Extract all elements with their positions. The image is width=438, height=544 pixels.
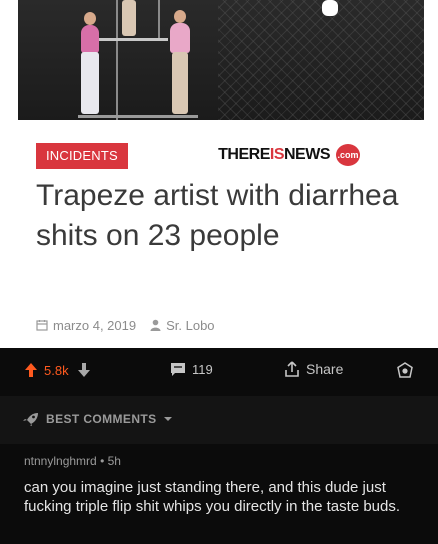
comment-author[interactable]: ntnnylnghmrd — [24, 454, 97, 468]
performer-feet — [322, 0, 338, 16]
article-card[interactable]: INCIDENTS THEREISNEWS .com Trapeze artis… — [0, 0, 438, 348]
site-logo-badge: .com — [336, 144, 360, 166]
comments-button[interactable]: 119 — [170, 362, 213, 377]
user-icon — [150, 319, 161, 331]
site-logo-text: IS — [269, 146, 285, 163]
performer-legs — [122, 0, 136, 36]
article-meta: marzo 4, 2019 Sr. Lobo — [36, 315, 229, 335]
upvote-arrow-icon[interactable] — [24, 362, 38, 378]
downvote-arrow-icon[interactable] — [77, 362, 91, 378]
trapeze-rope — [158, 0, 160, 40]
vote-count: 5.8k — [44, 362, 69, 378]
post-action-bar: 5.8k 119 Share — [0, 348, 438, 396]
site-logo-text: THERE — [218, 146, 270, 163]
site-logo-text: NEWS — [284, 146, 331, 163]
comment-sort-row: BEST COMMENTS — [0, 396, 438, 444]
performer-legs — [81, 52, 99, 114]
site-logo[interactable]: THEREISNEWS — [218, 146, 330, 164]
performer-head — [174, 10, 186, 23]
comment: ntnnylnghmrd • 5h can you imagine just s… — [0, 444, 438, 544]
platform-floor — [78, 115, 198, 118]
meta-separator: • — [100, 454, 105, 468]
article-tag-row: INCIDENTS THEREISNEWS .com — [36, 143, 406, 169]
vote-control: 5.8k — [24, 362, 91, 378]
article-date-text: marzo 4, 2019 — [53, 317, 137, 333]
article-photo — [18, 0, 424, 120]
performer-costume — [81, 25, 99, 53]
article-headline[interactable]: Trapeze artist with diarrhea shits on 23… — [36, 176, 416, 256]
comment-bubble-icon — [171, 363, 185, 376]
safety-net — [218, 0, 424, 120]
comment-age: 5h — [107, 454, 121, 468]
sort-dropdown[interactable]: BEST COMMENTS — [22, 412, 173, 426]
article-date: marzo 4, 2019 — [36, 318, 136, 333]
comment-meta: ntnnylnghmrd • 5h — [24, 454, 121, 468]
rocket-icon — [23, 413, 38, 426]
share-icon — [285, 361, 299, 377]
calendar-icon — [36, 320, 48, 331]
award-button[interactable] — [396, 362, 414, 385]
trapeze-rope — [116, 0, 118, 120]
share-label: Share — [306, 361, 344, 377]
article-author-text: Sr. Lobo — [166, 317, 215, 333]
performer-legs — [172, 52, 188, 114]
performer-costume — [170, 23, 190, 53]
award-icon — [397, 362, 413, 378]
comment-body: can you imagine just standing there, and… — [24, 479, 401, 515]
share-button[interactable]: Share — [284, 360, 343, 378]
platform-bar — [98, 38, 168, 41]
chevron-down-icon — [163, 417, 172, 421]
article-author[interactable]: Sr. Lobo — [150, 317, 215, 333]
category-badge[interactable]: INCIDENTS — [36, 143, 128, 169]
comments-count: 119 — [192, 362, 213, 377]
performer-head — [84, 12, 96, 25]
sort-label: BEST COMMENTS — [46, 412, 157, 426]
